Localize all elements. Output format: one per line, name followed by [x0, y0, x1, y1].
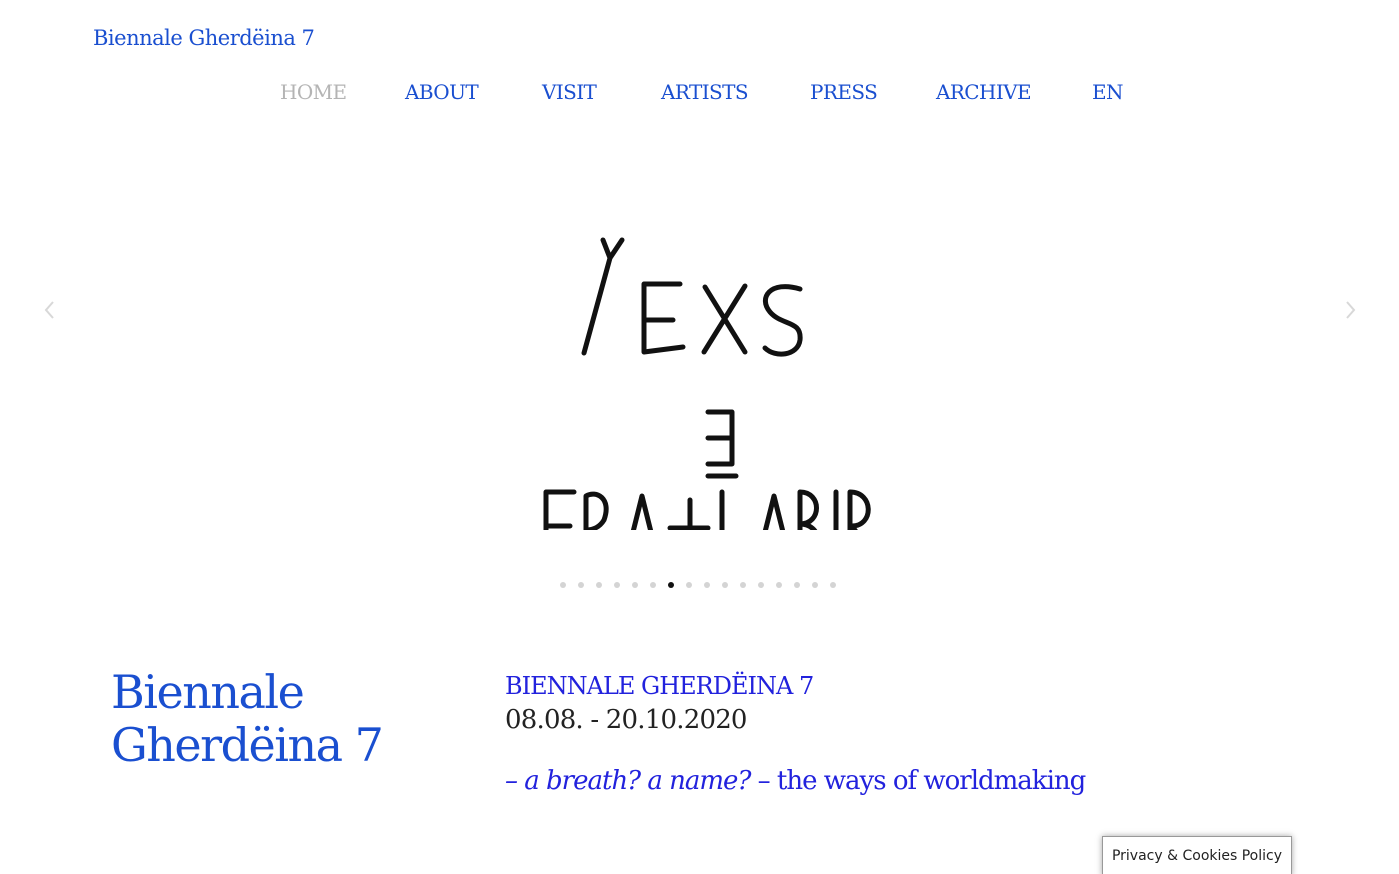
slider-dot[interactable] [830, 582, 836, 588]
slider-dot[interactable] [578, 582, 584, 588]
slider-dot[interactable] [596, 582, 602, 588]
slider-dot[interactable] [704, 582, 710, 588]
nav-artists[interactable]: ARTISTS [661, 80, 749, 104]
slider-dot[interactable] [560, 582, 566, 588]
intro-title-line2: Gherdëina 7 [111, 718, 384, 772]
main-nav: HOME ABOUT VISIT ARTISTS PRESS ARCHIVE E… [0, 80, 1399, 110]
nav-visit[interactable]: VISIT [542, 80, 597, 104]
slider-next-button[interactable] [1340, 295, 1360, 325]
slider-dot[interactable] [776, 582, 782, 588]
slider-dot[interactable] [632, 582, 638, 588]
nav-home[interactable]: HOME [280, 80, 347, 104]
slider-prev-button[interactable] [40, 295, 60, 325]
slide-artwork-image [500, 180, 880, 565]
tagline-rest: – the ways of worldmaking [757, 766, 1087, 796]
exhibition-info: BIENNALE GHERDËINA 7 08.08. - 20.10.2020… [505, 670, 1205, 798]
exhibition-tagline: – a breath? a name? – the ways of worldm… [505, 764, 1205, 798]
exhibition-heading: BIENNALE GHERDËINA 7 [505, 672, 814, 700]
slider-dot[interactable] [614, 582, 620, 588]
slider-dot-active[interactable] [668, 582, 674, 588]
tagline-italic: – a breath? a name? [505, 766, 758, 796]
chevron-left-icon [44, 301, 54, 319]
nav-language-en[interactable]: EN [1092, 80, 1124, 104]
slider-pagination [560, 582, 836, 592]
nav-archive[interactable]: ARCHIVE [936, 80, 1032, 104]
nav-about[interactable]: ABOUT [405, 80, 479, 104]
slider-dot[interactable] [794, 582, 800, 588]
chevron-right-icon [1346, 301, 1356, 319]
slider-dot[interactable] [758, 582, 764, 588]
privacy-cookies-button[interactable]: Privacy & Cookies Policy [1102, 836, 1292, 874]
slider-dot[interactable] [686, 582, 692, 588]
site-logo[interactable]: Biennale Gherdëina 7 [93, 26, 315, 50]
handwritten-artwork [543, 237, 879, 565]
nav-press[interactable]: PRESS [810, 80, 878, 104]
slider-dot[interactable] [812, 582, 818, 588]
intro-title-line1: Biennale [111, 665, 305, 719]
slider-dot[interactable] [650, 582, 656, 588]
slider-dot[interactable] [722, 582, 728, 588]
intro-title: Biennale Gherdëina 7 [111, 666, 451, 772]
slider-dot[interactable] [740, 582, 746, 588]
hero-slider [0, 130, 1399, 610]
exhibition-dates: 08.08. - 20.10.2020 [505, 705, 747, 735]
